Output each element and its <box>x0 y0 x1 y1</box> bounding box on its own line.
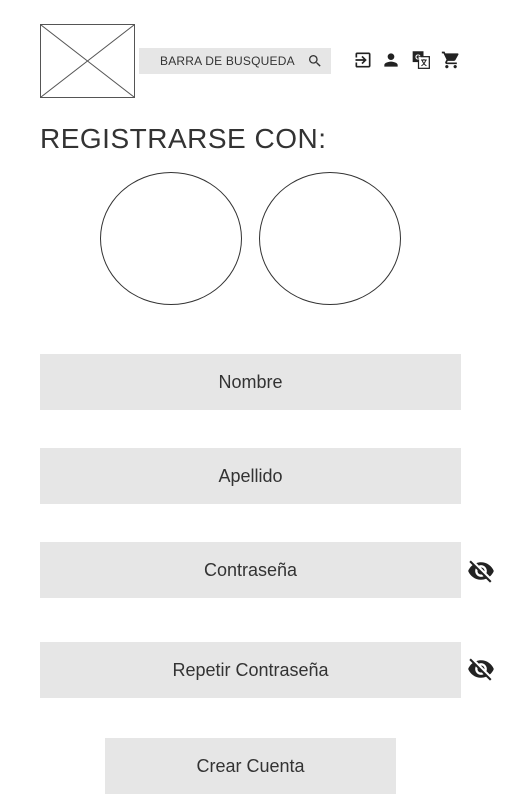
password-field[interactable] <box>40 542 461 598</box>
cart-icon[interactable] <box>441 50 461 70</box>
page-title: REGISTRARSE CON: <box>40 123 327 154</box>
user-icon[interactable] <box>381 50 401 70</box>
nombre-field[interactable] <box>40 354 461 410</box>
svg-text:G: G <box>415 53 421 62</box>
search-bar[interactable]: BARRA DE BUSQUEDA <box>139 48 331 74</box>
eye-off-icon[interactable] <box>467 655 495 683</box>
eye-off-icon[interactable] <box>467 557 495 585</box>
apellido-field[interactable] <box>40 448 461 504</box>
logo-image-placeholder <box>40 24 135 98</box>
translate-icon[interactable]: G <box>411 50 431 70</box>
social-login-option-1[interactable] <box>100 172 242 305</box>
social-login-option-2[interactable] <box>259 172 401 305</box>
login-icon[interactable] <box>353 50 373 70</box>
repeat-password-field[interactable] <box>40 642 461 698</box>
search-icon[interactable] <box>307 53 323 69</box>
create-account-button[interactable]: Crear Cuenta <box>105 738 396 794</box>
search-input-label[interactable]: BARRA DE BUSQUEDA <box>160 48 295 74</box>
